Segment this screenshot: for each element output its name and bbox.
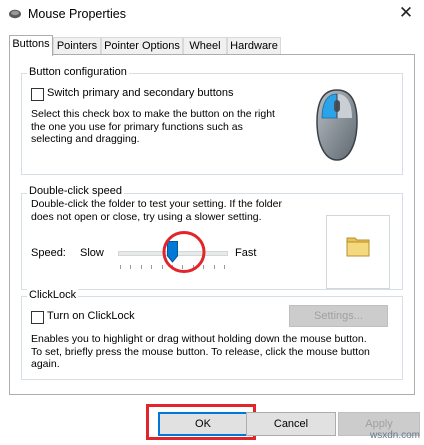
slider-tick	[130, 265, 131, 269]
button-config-legend: Button configuration	[27, 66, 129, 78]
clicklock-label[interactable]: Turn on ClickLock	[47, 310, 135, 322]
clicklock-description: Enables you to highlight or drag without…	[31, 333, 370, 370]
button-config-description: Select this check box to make the button…	[31, 108, 275, 145]
tab-pointer-options[interactable]: Pointer Options	[101, 37, 183, 55]
slider-tick	[224, 265, 225, 269]
slider-tick	[120, 265, 121, 269]
mouse-app-icon	[7, 6, 23, 25]
watermark-text: wsxdn.com	[370, 430, 421, 441]
speed-label: Speed:	[31, 247, 66, 259]
settings-button[interactable]: Settings...	[289, 305, 388, 327]
switch-buttons-label[interactable]: Switch primary and secondary buttons	[47, 87, 233, 99]
tab-pointers[interactable]: Pointers	[53, 37, 101, 55]
clicklock-legend: ClickLock	[27, 289, 79, 301]
window-title: Mouse Properties	[28, 7, 126, 21]
slider-tick	[141, 265, 142, 269]
cancel-button[interactable]: Cancel	[246, 412, 336, 436]
annotation-rectangle	[146, 404, 256, 440]
annotation-circle	[162, 230, 206, 277]
clicklock-checkbox[interactable]	[31, 311, 44, 324]
folder-icon[interactable]	[345, 232, 373, 263]
switch-buttons-checkbox[interactable]	[31, 88, 44, 101]
test-folder-area[interactable]	[326, 215, 390, 289]
slider-tick	[214, 265, 215, 269]
tab-buttons[interactable]: Buttons	[9, 35, 53, 56]
title-bar: Mouse Properties ✕	[0, 0, 424, 28]
double-click-description: Double-click the folder to test your set…	[31, 198, 282, 223]
mouse-illustration-icon	[313, 88, 361, 165]
slider-tick	[151, 265, 152, 269]
double-click-legend: Double-click speed	[27, 185, 124, 197]
close-icon[interactable]: ✕	[396, 3, 416, 23]
tab-hardware[interactable]: Hardware	[227, 37, 281, 55]
fast-label: Fast	[235, 247, 257, 259]
slow-label: Slow	[80, 247, 104, 259]
tab-wheel[interactable]: Wheel	[183, 37, 227, 55]
